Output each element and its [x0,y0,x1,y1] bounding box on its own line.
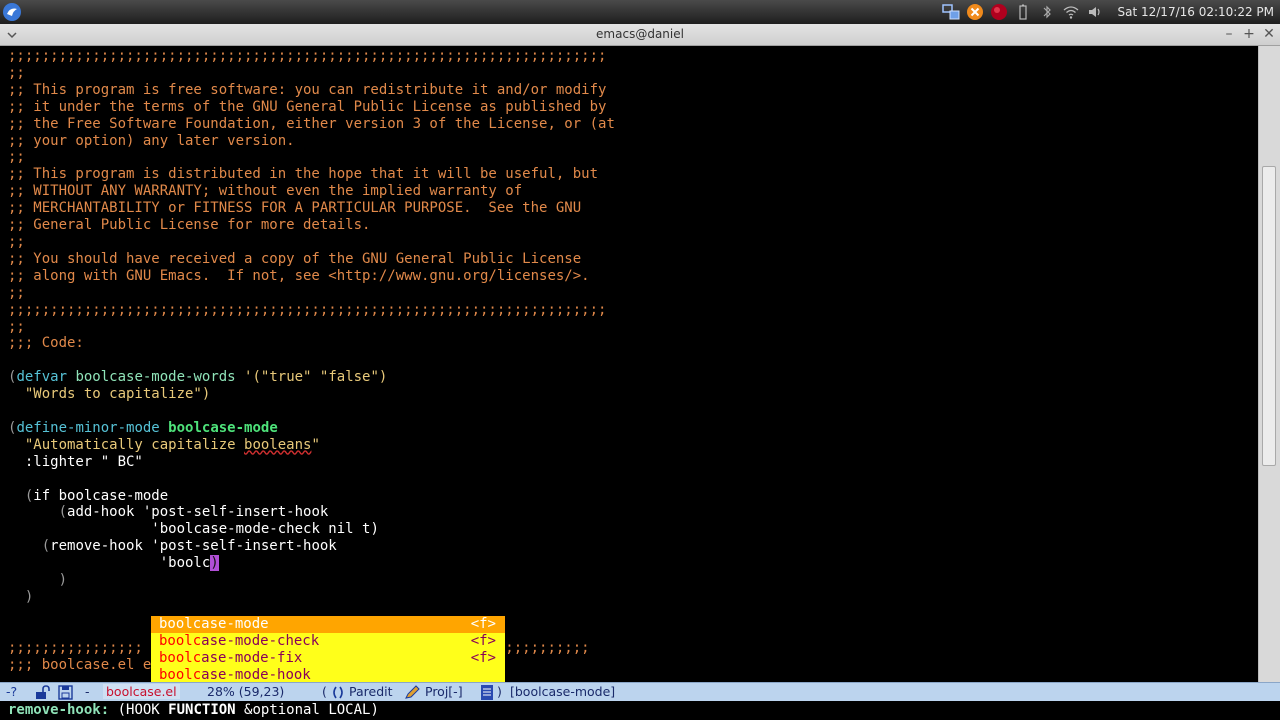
code-line: ;; [8,149,25,166]
wifi-icon[interactable] [1062,3,1080,21]
code-line: ;; [8,318,25,335]
code-line: ;; You should have received a copy of th… [8,250,582,267]
window-title: emacs@daniel [596,27,684,41]
code-paren: ) [58,572,68,589]
define-minor-mode-keyword: define-minor-mode [16,419,160,436]
code-line: ;; WITHOUT ANY WARRANTY; without even th… [8,183,523,200]
completion-annotation: <f> [470,633,496,649]
docstring-end: " [311,436,320,453]
code-line: ;; [8,233,25,250]
code-line: remove-hook 'post-self-insert-hook [50,538,337,555]
completion-rest: ase-mode-check [201,633,320,649]
mode-line: -? - boolcase.el 28% (59,23) ( Paredit P… [0,682,1280,701]
code-line: ;;;;;;;;;;;;;;;;;;;;;;;;;;;;;;;;;;;;;;;;… [8,301,607,318]
help-icon[interactable]: -? [6,684,17,699]
code-text[interactable]: ;;;;;;;;;;;;;;;;;;;;;;;;;;;;;;;;;;;;;;;;… [8,48,615,674]
code-line: ;; [8,64,25,81]
document-icon [481,685,493,700]
desktop-panel: Sat 12/17/16 02:10:22 PM [0,0,1280,24]
completion-rest: ase-mode [201,616,269,632]
code-symbol: boolcase-mode [58,487,169,504]
code-line: ;; [8,284,25,301]
eldoc-function: remove-hook: [8,702,110,718]
code-line: add-hook 'post-self-insert-hook [67,504,329,521]
echo-area: remove-hook: (HOOK FUNCTION &optional LO… [0,701,1280,720]
code-line: ;; your option) any later version. [8,132,295,149]
record-icon[interactable] [990,3,1008,21]
code-line: ;;;;;;;;;;; [496,639,590,656]
text-cursor: ) [210,555,219,572]
modeline-prefix: - [85,684,90,699]
system-tray: Sat 12/17/16 02:10:22 PM [941,0,1280,24]
code-literal: '("true" "false") [244,369,388,386]
code-line: ;; MERCHANTABILITY or FITNESS FOR A PART… [8,200,582,217]
completion-label: boolcase-mode-fix [159,650,302,667]
completion-item[interactable]: boolcase-mode <f> [151,616,505,633]
docstring-start: "Automatically capitalize [24,436,245,453]
completion-match: boolc [159,667,202,682]
mode-name: boolcase-mode [168,419,278,436]
clock[interactable]: Sat 12/17/16 02:10:22 PM [1110,5,1275,19]
modes-close-paren: ) [497,684,502,699]
completion-match: boolc [159,650,202,666]
battery-icon[interactable] [1014,3,1032,21]
completion-label: boolcase-mode [159,616,269,633]
if-keyword: if [33,487,51,504]
completion-item[interactable]: boolcase-mode-fix <f> [151,650,505,667]
code-line: ;;;;;;;;;;;;;;;;;;;;;;;;;;;;;;;;;;;;;;;;… [8,48,607,64]
completion-rest: ase-mode-fix [201,650,303,666]
maximize-button[interactable]: + [1240,25,1258,43]
code-line: ;; General Public License for more detai… [8,217,371,234]
completion-annotation: <f> [470,650,496,666]
misspelled-word: booleans [244,436,312,453]
modes-open-paren: ( [322,684,327,699]
close-button[interactable]: ✕ [1260,25,1278,43]
code-line: 'boolcase-mode-check nil t) [151,521,379,538]
eldoc-arg-hook: HOOK [126,702,160,718]
eldoc-rest: &optional LOCAL) [235,702,379,718]
code-line: ;; along with GNU Emacs. If not, see <ht… [8,267,590,284]
minor-mode-paredit[interactable]: Paredit [349,684,393,699]
bluetooth-icon[interactable] [1038,3,1056,21]
eldoc-open: ( [109,702,127,718]
completion-annotation: <f> [470,616,496,632]
defvar-keyword: defvar [16,369,68,386]
close-app-icon[interactable] [966,3,984,21]
cursor-position: 28% (59,23) [207,684,285,699]
code-line: ;;; Code: [8,335,84,352]
code-line: ;; This program is free software: you ca… [8,81,607,98]
code-symbol-typing: 'boolc [159,555,211,572]
code-line: ;; it under the terms of the GNU General… [8,98,607,115]
completion-popup[interactable]: boolcase-mode <f> boolcase-mode-check <f> bo… [151,616,505,682]
scrollbar-thumb[interactable] [1262,166,1276,466]
completion-item[interactable]: boolcase-mode-hook [151,667,505,682]
windows-icon[interactable] [941,3,960,21]
variable-name: boolcase-mode-words [75,369,236,386]
completion-label: boolcase-mode-hook [159,667,311,682]
completion-item[interactable]: boolcase-mode-check <f> [151,633,505,650]
code-line: ;; This program is distributed in the ho… [8,166,599,183]
minimize-button[interactable]: – [1220,25,1238,43]
desktop-menu-icon[interactable] [2,2,22,22]
pencil-icon [405,685,420,699]
code-line: ;; the Free Software Foundation, either … [8,115,615,132]
major-mode[interactable]: [boolcase-mode] [510,684,615,699]
save-icon[interactable] [58,685,74,700]
completion-rest: ase-mode-hook [201,667,311,682]
completion-match: boolc [159,633,202,649]
window-titlebar[interactable]: emacs@daniel – + ✕ [0,24,1280,46]
vertical-scrollbar[interactable] [1258,46,1280,682]
completion-label: boolcase-mode-check [159,633,319,650]
minor-mode-proj[interactable]: Proj[-] [425,684,463,699]
volume-icon[interactable] [1086,3,1104,21]
unlock-icon[interactable] [34,685,50,700]
code-line: ;;;;;;;;;;;;;;;; [8,639,143,656]
completion-match: boolc [159,616,202,632]
paredit-icon [333,686,343,699]
eldoc-arg-function: FUNCTION [168,702,236,718]
docstring: "Words to capitalize") [24,386,211,403]
editor-buffer[interactable]: ;;;;;;;;;;;;;;;;;;;;;;;;;;;;;;;;;;;;;;;;… [0,46,1258,682]
code-line: :lighter " BC" [24,453,143,470]
buffer-name[interactable]: boolcase.el [103,684,180,699]
